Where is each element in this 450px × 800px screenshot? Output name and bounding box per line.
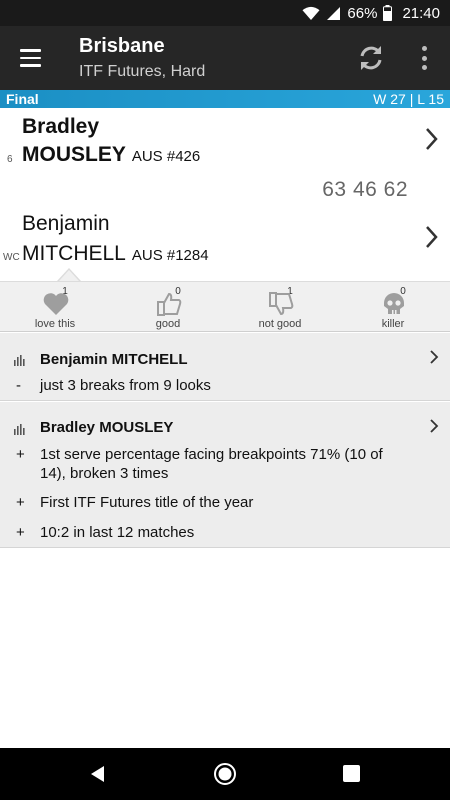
status-bar: 66% 21:40 [0, 0, 450, 26]
stats-bars-icon [14, 422, 26, 435]
skull-icon [380, 291, 408, 317]
battery-percent: 66% [347, 4, 378, 22]
result-band: Final W 27 | L 15 [0, 90, 450, 108]
player-notes-mousley[interactable]: Bradley MOUSLEY + 1st serve percentage f… [0, 402, 450, 548]
stats-bars-icon [14, 353, 26, 366]
player-country-rank: AUS #426 [131, 148, 201, 165]
chevron-right-icon[interactable] [422, 224, 440, 250]
note-sign: + [16, 494, 25, 511]
thumbs-up-icon [155, 291, 183, 317]
player-notes-mitchell[interactable]: Benjamin MITCHELL - just 3 breaks from 9… [0, 333, 450, 401]
cell-signal-icon [326, 6, 341, 21]
note-sign: + [16, 446, 25, 463]
reaction-love[interactable]: 1 love this [10, 282, 100, 332]
player-last-name: MOUSLEY [22, 143, 126, 166]
app-root: 66% 21:40 Brisbane ITF Futures, Hard Fin… [0, 0, 450, 800]
note-sign: + [16, 524, 25, 541]
reactions-bar: 1 love this 0 good 1 not good 0 killer [0, 281, 450, 332]
battery-icon [383, 5, 393, 21]
reaction-label: love this [34, 318, 76, 330]
note-text: 10:2 in last 12 matches [40, 524, 195, 541]
note-text: 1st serve percentage facing breakpoints … [40, 446, 383, 482]
note-sign: - [16, 377, 21, 394]
reaction-not-good[interactable]: 1 not good [235, 282, 325, 332]
reaction-killer[interactable]: 0 killer [348, 282, 438, 332]
more-options-icon[interactable] [412, 43, 436, 73]
player-country-rank: AUS #1284 [131, 247, 209, 264]
heart-icon [42, 291, 70, 317]
app-bar: Brisbane ITF Futures, Hard [0, 26, 450, 90]
reaction-label: good [155, 318, 181, 330]
reaction-pointer-inner [59, 270, 79, 281]
chevron-right-icon[interactable] [422, 126, 440, 152]
tournament-subtitle: ITF Futures, Hard [79, 63, 206, 80]
match-status: Final [6, 91, 39, 107]
reaction-label: not good [258, 318, 302, 330]
tournament-title: Brisbane [79, 35, 165, 57]
player-last-name-row: MITCHELL AUS #1284 [22, 242, 209, 266]
thumbs-down-icon [267, 291, 295, 317]
recent-apps-icon[interactable] [343, 765, 360, 782]
note-player-name: Benjamin MITCHELL [40, 351, 188, 368]
player-seed: WC [3, 252, 20, 263]
player-last-name: MITCHELL [22, 242, 126, 265]
chevron-right-icon[interactable] [429, 418, 439, 434]
note-text: First ITF Futures title of the year [40, 494, 254, 511]
reaction-label: killer [381, 318, 405, 330]
chevron-right-icon[interactable] [429, 349, 439, 365]
reaction-good[interactable]: 0 good [123, 282, 213, 332]
refresh-icon[interactable] [354, 41, 388, 75]
player-seed: 6 [7, 154, 13, 165]
note-text: just 3 breaks from 9 looks [40, 377, 211, 394]
match-score: 63 46 62 [322, 178, 408, 201]
note-player-name: Bradley MOUSLEY [40, 419, 174, 436]
back-icon[interactable] [88, 764, 108, 784]
player-last-name-row: MOUSLEY AUS #426 [22, 143, 200, 167]
player-first-name: Bradley [22, 115, 100, 138]
system-nav-bar [0, 748, 450, 800]
home-icon[interactable] [213, 762, 237, 786]
win-loss-record: W 27 | L 15 [373, 91, 444, 107]
clock: 21:40 [402, 4, 440, 22]
player-first-name: Benjamin [22, 212, 110, 235]
menu-icon[interactable] [14, 42, 46, 74]
wifi-icon [302, 6, 320, 21]
